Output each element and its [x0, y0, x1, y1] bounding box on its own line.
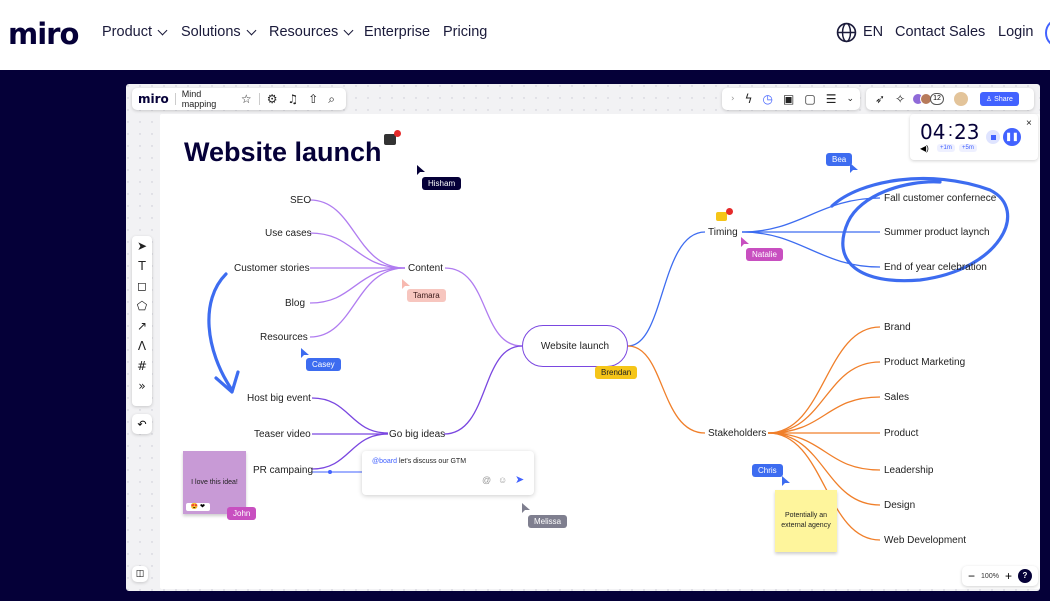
comment-message: let's discuss our GTM [397, 458, 467, 465]
node-web-development[interactable]: Web Development [884, 535, 966, 546]
node-content[interactable]: Content [408, 263, 443, 274]
comment-text: @board let's discuss our GTM [372, 458, 466, 465]
cursor-tag-natalie: Natalie [746, 248, 783, 261]
cursor-tag-hisham: Hisham [422, 177, 462, 190]
node-product-marketing[interactable]: Product Marketing [884, 357, 965, 368]
sticky-note-text: Potentially an external agency [781, 512, 831, 529]
node-fall-conference[interactable]: Fall customer confernece [884, 193, 996, 204]
node-blog[interactable]: Blog [285, 298, 305, 309]
node-use-cases[interactable]: Use cases [265, 228, 312, 239]
node-stakeholders[interactable]: Stakeholders [708, 428, 766, 439]
sticky-note-text: I love this idea! [191, 479, 238, 486]
notification-dot [394, 130, 401, 137]
emoji-icon[interactable]: ☺ [498, 475, 507, 485]
node-resources[interactable]: Resources [260, 332, 308, 343]
cursor-tag-brendan: Brendan [595, 366, 638, 379]
center-node[interactable]: Website launch [522, 325, 628, 367]
node-pr-campaing[interactable]: PR campaing [253, 465, 313, 476]
send-icon[interactable]: ➤ [515, 473, 524, 486]
comment-icon[interactable] [716, 212, 727, 221]
node-customer-stories[interactable]: Customer stories [234, 263, 310, 274]
cursor-tag-tamara: Tamara [407, 289, 446, 302]
node-sales[interactable]: Sales [884, 392, 909, 403]
cursor-tag-bea: Bea [826, 153, 853, 166]
reaction-badge[interactable]: 😍 ❤ [186, 503, 210, 511]
notification-dot [726, 208, 733, 215]
node-go-big-ideas[interactable]: Go big ideas [389, 429, 445, 440]
cursor-tag-melissa: Melissa [528, 515, 568, 528]
node-year-end[interactable]: End of year celebration [884, 262, 987, 273]
node-leadership[interactable]: Leadership [884, 465, 933, 476]
node-seo[interactable]: SEO [290, 195, 311, 206]
node-design[interactable]: Design [884, 500, 915, 511]
board-title[interactable]: Website launch [184, 137, 382, 168]
sticky-note-yellow[interactable]: Potentially an external agency [775, 490, 837, 552]
cursor-tag-casey: Casey [306, 358, 341, 371]
node-host-big-event[interactable]: Host big event [247, 393, 311, 404]
node-teaser-video[interactable]: Teaser video [254, 429, 311, 440]
node-summer-launch[interactable]: Summer product laynch [884, 227, 990, 238]
node-timing[interactable]: Timing [708, 227, 738, 238]
cursor-tag-john: John [227, 507, 257, 520]
node-brand[interactable]: Brand [884, 322, 911, 333]
comment-box[interactable]: @board let's discuss our GTM @ ☺ ➤ [362, 451, 534, 495]
cursor-tag-chris: Chris [752, 464, 783, 477]
mention-icon[interactable]: @ [482, 475, 491, 485]
node-product[interactable]: Product [884, 428, 918, 439]
comment-mention: @board [372, 458, 398, 465]
